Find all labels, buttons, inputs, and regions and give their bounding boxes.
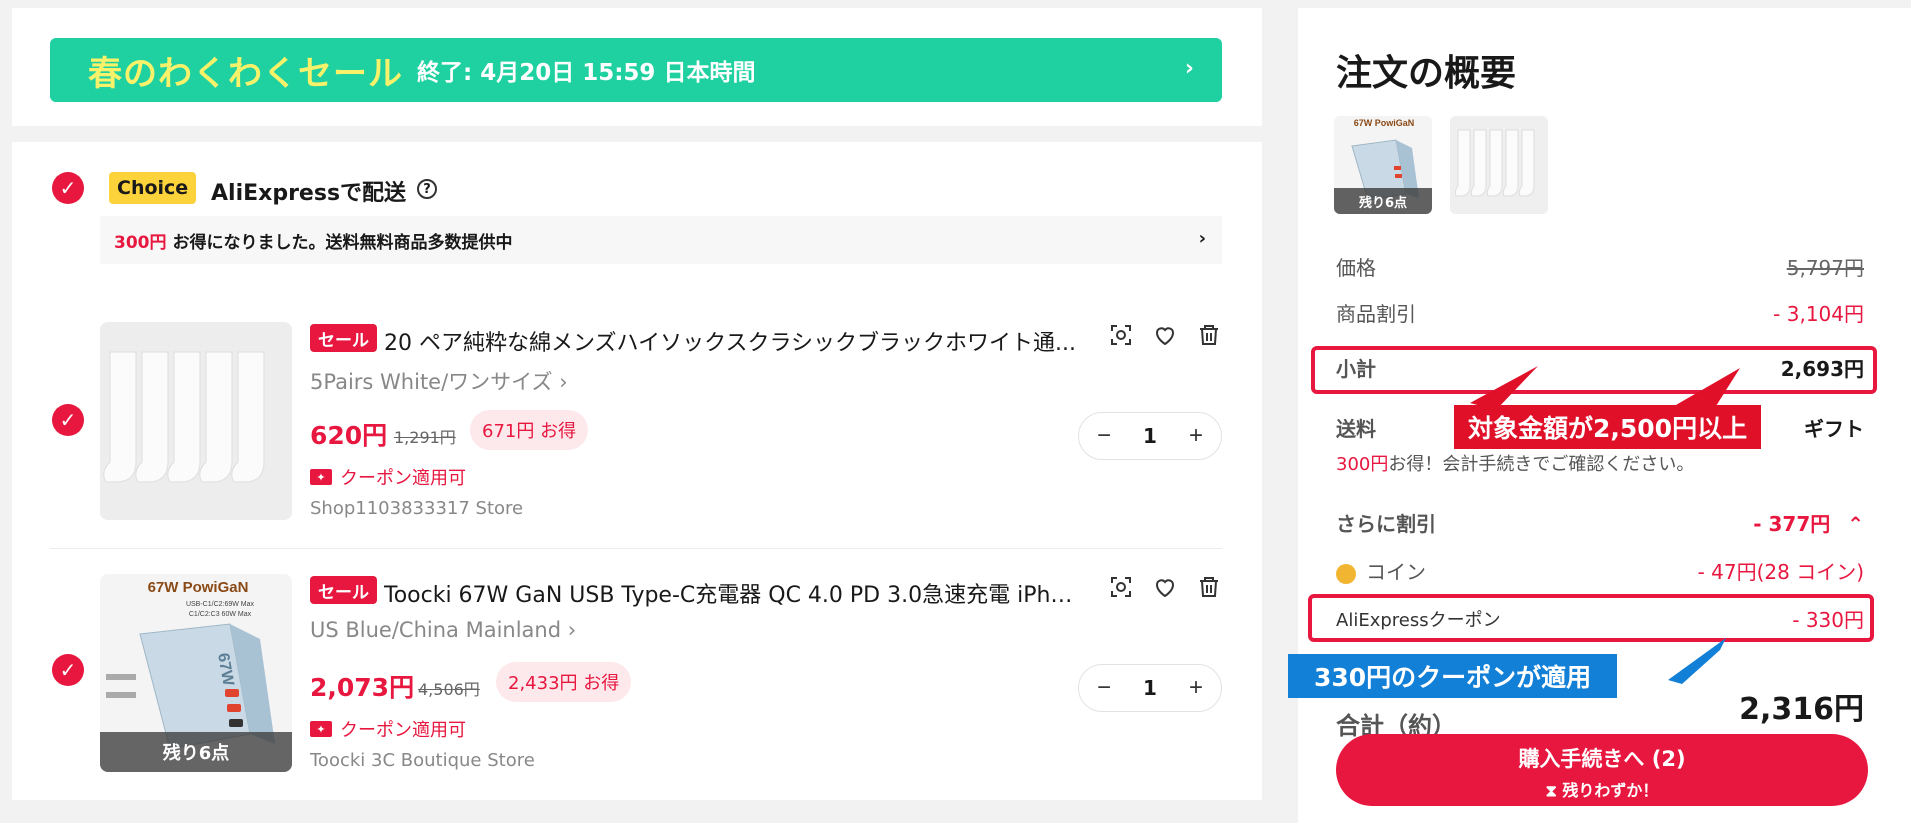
quantity-stepper: − 1 +: [1078, 664, 1222, 712]
item-actions: [1108, 574, 1222, 600]
item-price: 2,073円: [310, 673, 415, 702]
trash-icon[interactable]: [1196, 574, 1222, 600]
find-similar-icon[interactable]: [1108, 322, 1134, 348]
increase-quantity-button[interactable]: +: [1185, 674, 1207, 702]
choice-badge: Choice: [109, 172, 197, 204]
item-actions: [1108, 322, 1222, 348]
coupon-available[interactable]: ✦ クーポン適用可: [310, 464, 466, 490]
banner-end-time: 終了: 4月20日 15:59 日本時間: [417, 60, 756, 86]
item-savings-pill: 2,433円 お得: [496, 662, 632, 702]
increase-quantity-button[interactable]: +: [1185, 422, 1207, 450]
variant-selector[interactable]: US Blue/China Mainland ›: [310, 618, 576, 642]
chevron-right-icon: ›: [1184, 56, 1194, 81]
item-savings-pill: 671円 お得: [470, 410, 589, 450]
help-icon[interactable]: ?: [417, 179, 437, 199]
store-name[interactable]: Shop1103833317 Store: [310, 498, 523, 519]
coupon-available[interactable]: ✦ クーポン適用可: [310, 716, 466, 742]
wishlist-heart-icon[interactable]: [1152, 322, 1178, 348]
item-divider: [50, 548, 1222, 549]
quantity-value[interactable]: 1: [1143, 424, 1157, 448]
item-original-price: 1,291円: [394, 428, 456, 447]
order-summary-panel: 注文の概要 67W PowiGaN 残り6点 価格 5,797円 商品割引 - …: [1288, 8, 1911, 823]
item-title[interactable]: 20 ペア純粋な綿メンズハイソックスクラシックブラックホワイト通...: [384, 325, 1084, 357]
coupon-label: クーポン適用可: [340, 720, 466, 741]
sale-banner-panel: 春のわくわくセール 終了: 4月20日 15:59 日本時間 ›: [12, 8, 1262, 126]
quantity-stepper: − 1 +: [1078, 412, 1222, 460]
item-title[interactable]: Toocki 67W GaN USB Type-C充電器 QC 4.0 PD 3…: [384, 577, 1084, 609]
sale-tag: セール: [310, 576, 377, 604]
chevron-right-icon: ›: [1198, 228, 1206, 249]
charger-brand-text: 67W PowiGaN: [148, 579, 249, 596]
svg-text:C1/C2:C3 60W Max: C1/C2:C3 60W Max: [189, 611, 252, 618]
quantity-value[interactable]: 1: [1143, 676, 1157, 700]
coupon-label: クーポン適用可: [340, 468, 466, 489]
socks-product-image[interactable]: [100, 322, 292, 520]
sale-tag: セール: [310, 324, 377, 352]
ticket-icon: ✦: [310, 721, 332, 737]
find-similar-icon[interactable]: [1108, 574, 1134, 600]
cart-panel: ✓ Choice AliExpressで配送 ? 300円 お得になりました。送…: [12, 142, 1262, 800]
savings-text: お得になりました。送料無料商品多数提供中: [172, 232, 513, 253]
decrease-quantity-button[interactable]: −: [1093, 674, 1115, 702]
trash-icon[interactable]: [1196, 322, 1222, 348]
item-price: 620円: [310, 421, 388, 450]
remaining-stock-tag: 残り6点: [100, 732, 292, 772]
banner-title: 春のわくわくセール: [88, 53, 403, 94]
svg-text:USB-C1/C2:69W Max: USB-C1/C2:69W Max: [186, 601, 255, 608]
decrease-quantity-button[interactable]: −: [1093, 422, 1115, 450]
annotation-coupon-callout: 330円のクーポンが適用: [1288, 654, 1618, 698]
charger-product-image[interactable]: 67W PowiGaN USB-C1/C2:69W Max C1/C2:C3 6…: [100, 574, 292, 772]
variant-selector[interactable]: 5Pairs White/ワンサイズ ›: [310, 366, 568, 396]
ticket-icon: ✦: [310, 469, 332, 485]
cart-item: セール 20 ペア純粋な綿メンズハイソックスクラシックブラックホワイト通... …: [50, 322, 1222, 522]
cart-item: 67W PowiGaN USB-C1/C2:69W Max C1/C2:C3 6…: [50, 574, 1222, 774]
sale-banner[interactable]: 春のわくわくセール 終了: 4月20日 15:59 日本時間 ›: [50, 38, 1222, 102]
savings-amount: 300円: [114, 232, 167, 253]
store-name[interactable]: Toocki 3C Boutique Store: [310, 750, 535, 771]
wishlist-heart-icon[interactable]: [1152, 574, 1178, 600]
annotation-threshold-callout: 対象金額が2,500円以上: [1454, 405, 1762, 449]
savings-bar[interactable]: 300円 お得になりました。送料無料商品多数提供中 ›: [100, 216, 1222, 264]
select-all-checkbox[interactable]: ✓: [52, 172, 84, 204]
item-original-price: 4,506円: [418, 680, 480, 699]
shipping-title: AliExpressで配送: [211, 181, 407, 206]
